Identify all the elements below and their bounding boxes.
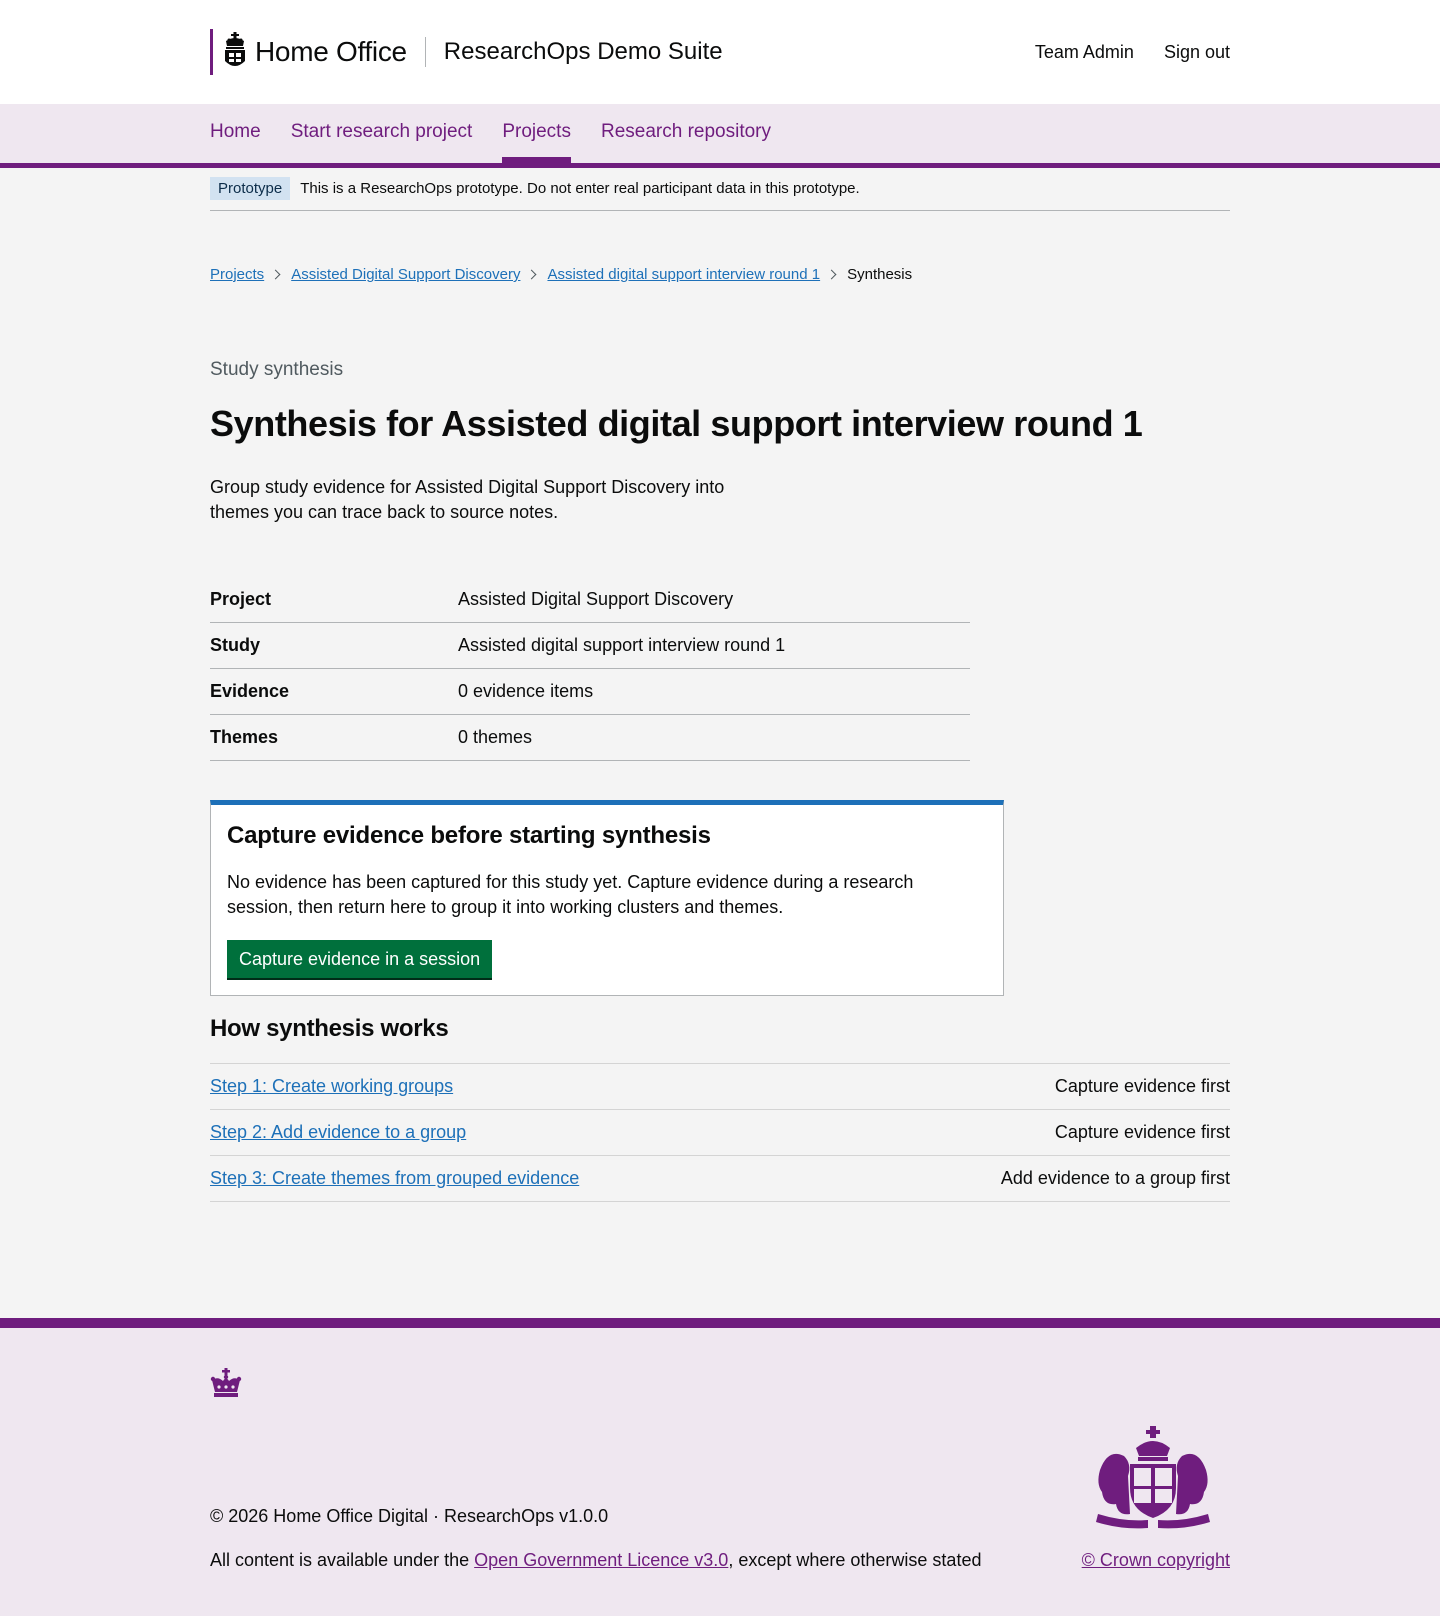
step-status: Capture evidence first [1054,1076,1230,1096]
brand[interactable]: Home Office [210,29,407,75]
summary-row-themes: Themes 0 themes [210,715,970,761]
royal-coat-of-arms-icon [1096,1426,1210,1529]
summary-row-project: Project Assisted Digital Support Discove… [210,577,970,623]
main-content: Prototype This is a ResearchOps prototyp… [210,168,1230,1202]
steps-list: Step 1: Create working groups Capture ev… [210,1063,1230,1202]
breadcrumb-study[interactable]: Assisted digital support interview round… [547,266,820,283]
team-admin-link[interactable]: Team Admin [1035,42,1134,63]
nav-item-research-repository[interactable]: Research repository [601,104,771,163]
crown-icon [210,1368,242,1397]
footer-meta: © 2026 Home Office Digital · ResearchOps… [210,1506,609,1526]
primary-navigation: Home Start research project Projects Res… [0,104,1440,168]
breadcrumb-projects[interactable]: Projects [210,266,264,283]
sign-out-link[interactable]: Sign out [1164,42,1230,63]
step-2-link[interactable]: Step 2: Add evidence to a group [210,1122,466,1143]
step-1-link[interactable]: Step 1: Create working groups [210,1076,453,1097]
summary-value: 0 evidence items [458,681,594,701]
step-3-link[interactable]: Step 3: Create themes from grouped evide… [210,1168,579,1189]
chevron-right-icon [527,269,537,280]
brand-divider [424,37,426,67]
organisation-name: Home Office [255,36,407,67]
card-body: No evidence has been captured for this s… [227,872,914,917]
step-status: Capture evidence first [1054,1122,1230,1142]
chevron-right-icon [270,269,281,280]
footer-copyright: © Crown copyright [1082,1550,1230,1571]
header-actions: Team Admin Sign out [1035,42,1230,63]
summary-key: Project [210,589,272,609]
summary-key: Study [210,635,261,655]
summary-key: Themes [210,727,279,747]
breadcrumb: Projects Assisted Digital Support Discov… [210,266,1230,283]
chevron-right-icon [826,269,837,280]
card-title: Capture evidence before starting synthes… [227,822,711,849]
phase-tag: Prototype [210,177,291,200]
page-caption: Study synthesis [210,359,344,380]
summary-row-evidence: Evidence 0 evidence items [210,669,970,715]
how-synthesis-works-heading: How synthesis works [210,1015,449,1042]
summary-value: Assisted digital support interview round… [458,635,786,655]
list-item: Step 3: Create themes from grouped evide… [210,1156,1230,1202]
summary-list: Project Assisted Digital Support Discove… [210,577,970,761]
page-title: Synthesis for Assisted digital support i… [210,403,1143,444]
phase-banner: Prototype This is a ResearchOps prototyp… [210,168,1230,211]
summary-key: Evidence [210,681,290,701]
summary-row-study: Study Assisted digital support interview… [210,623,970,669]
crown-copyright-link[interactable]: © Crown copyright [1082,1550,1230,1570]
phase-banner-text: This is a ResearchOps prototype. Do not … [300,180,860,197]
nav-item-projects[interactable]: Projects [502,104,571,163]
site-header: Home Office ResearchOps Demo Suite Team … [0,0,1440,104]
step-status: Add evidence to a group first [1000,1168,1230,1188]
capture-evidence-button[interactable]: Capture evidence in a session [227,940,493,980]
service-name-link[interactable]: ResearchOps Demo Suite [444,38,723,66]
licence-prefix: All content is available under the [210,1550,475,1570]
capture-evidence-card: Capture evidence before starting synthes… [210,800,1004,996]
summary-value: 0 themes [458,727,533,747]
nav-item-start-research-project[interactable]: Start research project [291,104,473,163]
breadcrumb-current: Synthesis [847,266,913,283]
list-item: Step 1: Create working groups Capture ev… [210,1064,1230,1110]
page-lead: Group study evidence for Assisted Digita… [210,477,725,522]
footer-licence: All content is available under the Open … [210,1550,981,1571]
site-footer: © 2026 Home Office Digital · ResearchOps… [0,1318,1440,1616]
summary-value: Assisted Digital Support Discovery [458,589,734,609]
list-item: Step 2: Add evidence to a group Capture … [210,1110,1230,1156]
licence-suffix: , except where otherwise stated [728,1550,982,1570]
open-government-licence-link[interactable]: Open Government Licence v3.0 [474,1550,728,1570]
home-office-crest-icon [225,32,245,66]
nav-item-home[interactable]: Home [210,104,261,163]
breadcrumb-project[interactable]: Assisted Digital Support Discovery [291,266,520,283]
